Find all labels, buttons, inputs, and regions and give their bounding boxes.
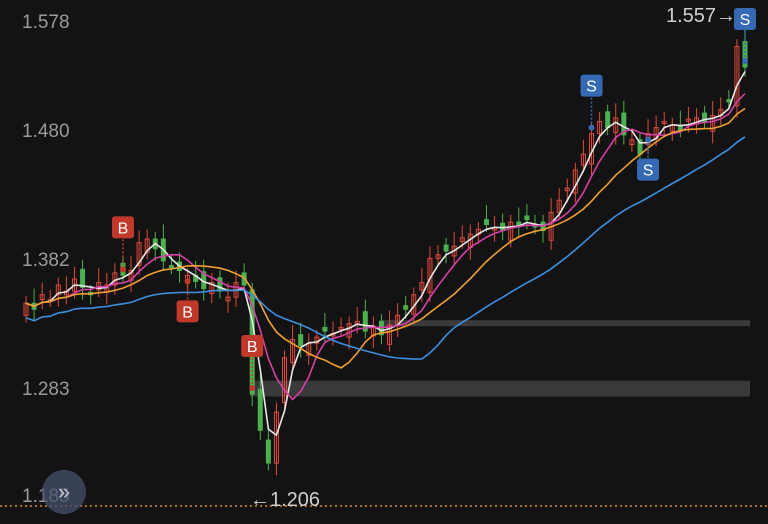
buy-marker-0-dot (119, 266, 126, 273)
sell-marker-0-dot (588, 124, 595, 131)
buy-marker-0-letter: B (118, 220, 129, 237)
sell-marker-1-letter: S (643, 163, 654, 180)
y-axis-label-1: 1.578 (22, 12, 70, 33)
candle-body (403, 305, 409, 310)
candlestick-chart: B B B S S S (0, 8, 768, 507)
sell-marker-2-dot (742, 58, 748, 65)
buy-marker-2-dot (249, 385, 256, 392)
low-price-label: ←1.206 (250, 489, 321, 511)
buy-marker-2-letter: B (247, 339, 258, 356)
y-axis-label-3: 1.382 (22, 250, 70, 271)
candle-body (726, 99, 732, 103)
candle-body (265, 439, 271, 464)
sell-marker-2-letter: S (740, 12, 751, 29)
candle-body (443, 244, 449, 252)
y-axis-label-4: 1.283 (22, 379, 70, 400)
sell-marker-0-letter: S (586, 79, 597, 96)
double-chevron-right-icon[interactable]: » (42, 470, 86, 514)
y-axis-label-2: 1.480 (22, 121, 70, 142)
sell-marker-1-dot (645, 136, 652, 143)
buy-marker-1-dot (184, 278, 191, 285)
candle-body (80, 268, 86, 288)
buy-marker-1-letter: B (182, 304, 193, 321)
candle-body (524, 215, 530, 221)
support-zone-0 (250, 380, 750, 397)
candle-body (483, 219, 489, 225)
candle-body (257, 388, 263, 431)
candle-body (298, 334, 304, 347)
support-zone-1 (380, 320, 750, 327)
ma-white-line (25, 71, 746, 437)
candle-body (322, 326, 328, 332)
high-price-label: 1.557→ (666, 5, 737, 27)
candle-body (217, 277, 223, 292)
candle-body (168, 265, 174, 269)
candle-body (605, 111, 611, 129)
